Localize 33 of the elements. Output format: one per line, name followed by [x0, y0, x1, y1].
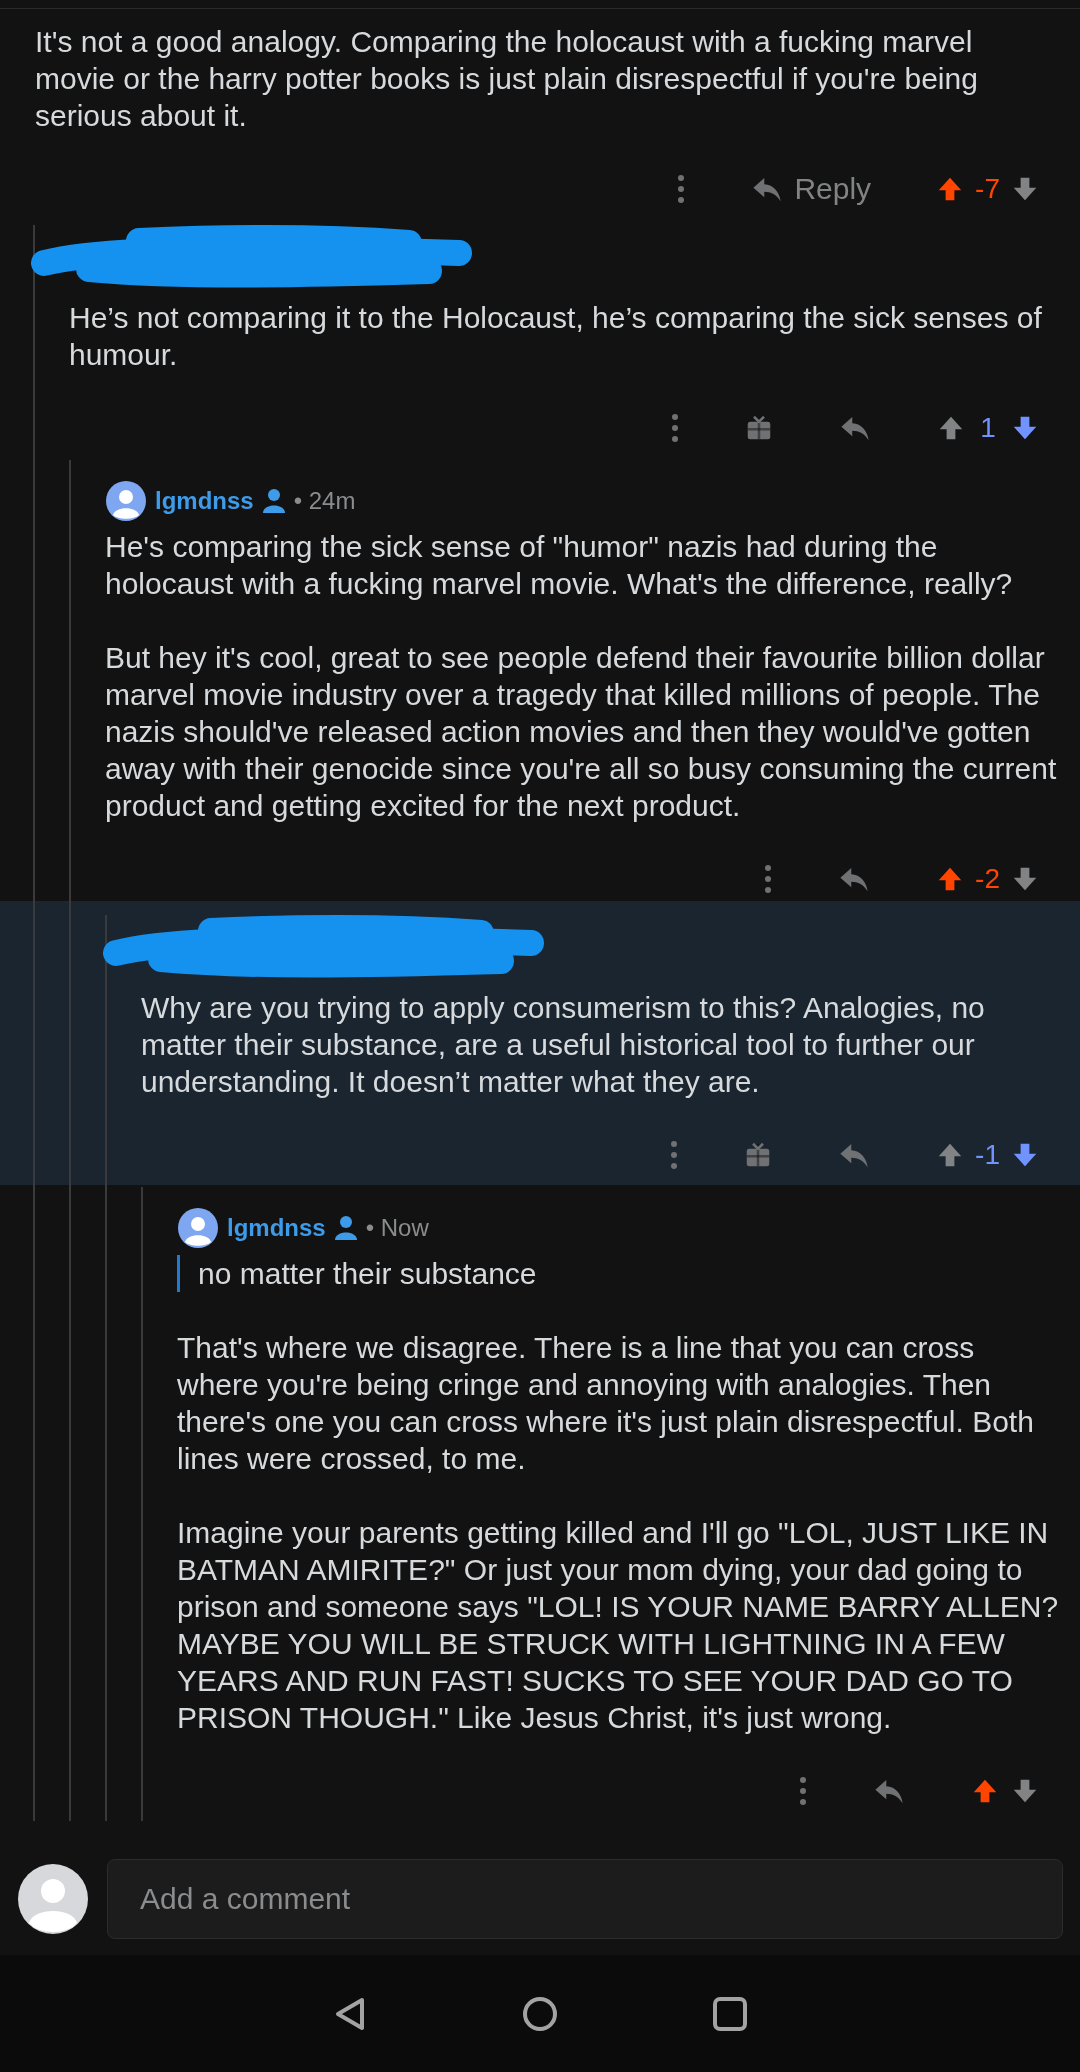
comment-input[interactable]: Add a comment [107, 1859, 1063, 1939]
vote-score: -1 [975, 1139, 1000, 1171]
more-button[interactable] [763, 864, 774, 894]
vote-score: 1 [979, 412, 997, 444]
person-icon [333, 1215, 358, 1241]
vote-score: -7 [975, 173, 1000, 205]
person-icon [261, 488, 286, 514]
avatar-icon [105, 480, 147, 522]
username[interactable]: lgmdnss [227, 1214, 326, 1242]
more-button[interactable] [669, 1140, 680, 1170]
more-icon [670, 413, 680, 443]
timestamp: • 24m [293, 487, 356, 515]
more-button[interactable] [670, 413, 680, 443]
reply-button[interactable]: Reply [750, 172, 872, 206]
comment-text: Why are you trying to apply consumerism to this? Analogies, no matter their substance, are a useful historical tool to further our understanding. It doesn’t matter what they are. [141, 990, 986, 1100]
timestamp: • Now [365, 1214, 429, 1242]
more-button[interactable] [676, 174, 687, 204]
user-avatar-icon [17, 1863, 89, 1935]
more-icon [669, 1140, 680, 1170]
more-button[interactable] [798, 1776, 808, 1806]
quote-text: no matter their substance [177, 1255, 1080, 1292]
comment-text: That's where we disagree. There is a line that you can cross where you're being cringe and annoying with analogies. Then there's one you can cross where it's just plain disrespectful. Both lines were crossed, to me. [177, 1330, 1035, 1477]
avatar-icon [177, 1207, 219, 1249]
comment-text: Imagine your parents getting killed and I'll go "LOL, JUST LIKE IN BATMAN AMIRITE?" Or just your mom dying, your dad going to prison and someone says "LOL! IS YOUR NAME BARRY ALLEN? MAYBE YOU WILL BE STRUCK WITH LIGHTNING IN A FEW YEARS AND RUN FAST! SUCKS TO SEE YOUR DAD GO TO PRISON THOUGH." Like Jesus Christ, it's just wrong. [177, 1515, 1060, 1736]
more-icon [676, 174, 687, 204]
comment-text: It's not a good analogy. Comparing the holocaust with a fucking marvel movie or the harry potter books is just plain disrespectful if you're being serious about it. [35, 24, 979, 134]
comment-text: But hey it's cool, great to see people defend their favourite billion dollar marvel movie industry over a tragedy that killed millions of people. The nazis should've released action movies and then they would've gotten away with their genocide since you're all so busy consuming the current product and getting excited for the next product. [105, 640, 1058, 824]
comment-text: He’s not comparing it to the Holocaust, he’s comparing the sick senses of humour. [69, 300, 1043, 373]
username[interactable]: lgmdnss [155, 487, 254, 515]
vote-score: -2 [975, 863, 1000, 895]
more-icon [798, 1776, 808, 1806]
comment-text: He's comparing the sick sense of "humor" nazis had during the holocaust with a fucking marvel movie. What's the difference, really? [105, 529, 1014, 602]
more-icon [763, 864, 774, 894]
